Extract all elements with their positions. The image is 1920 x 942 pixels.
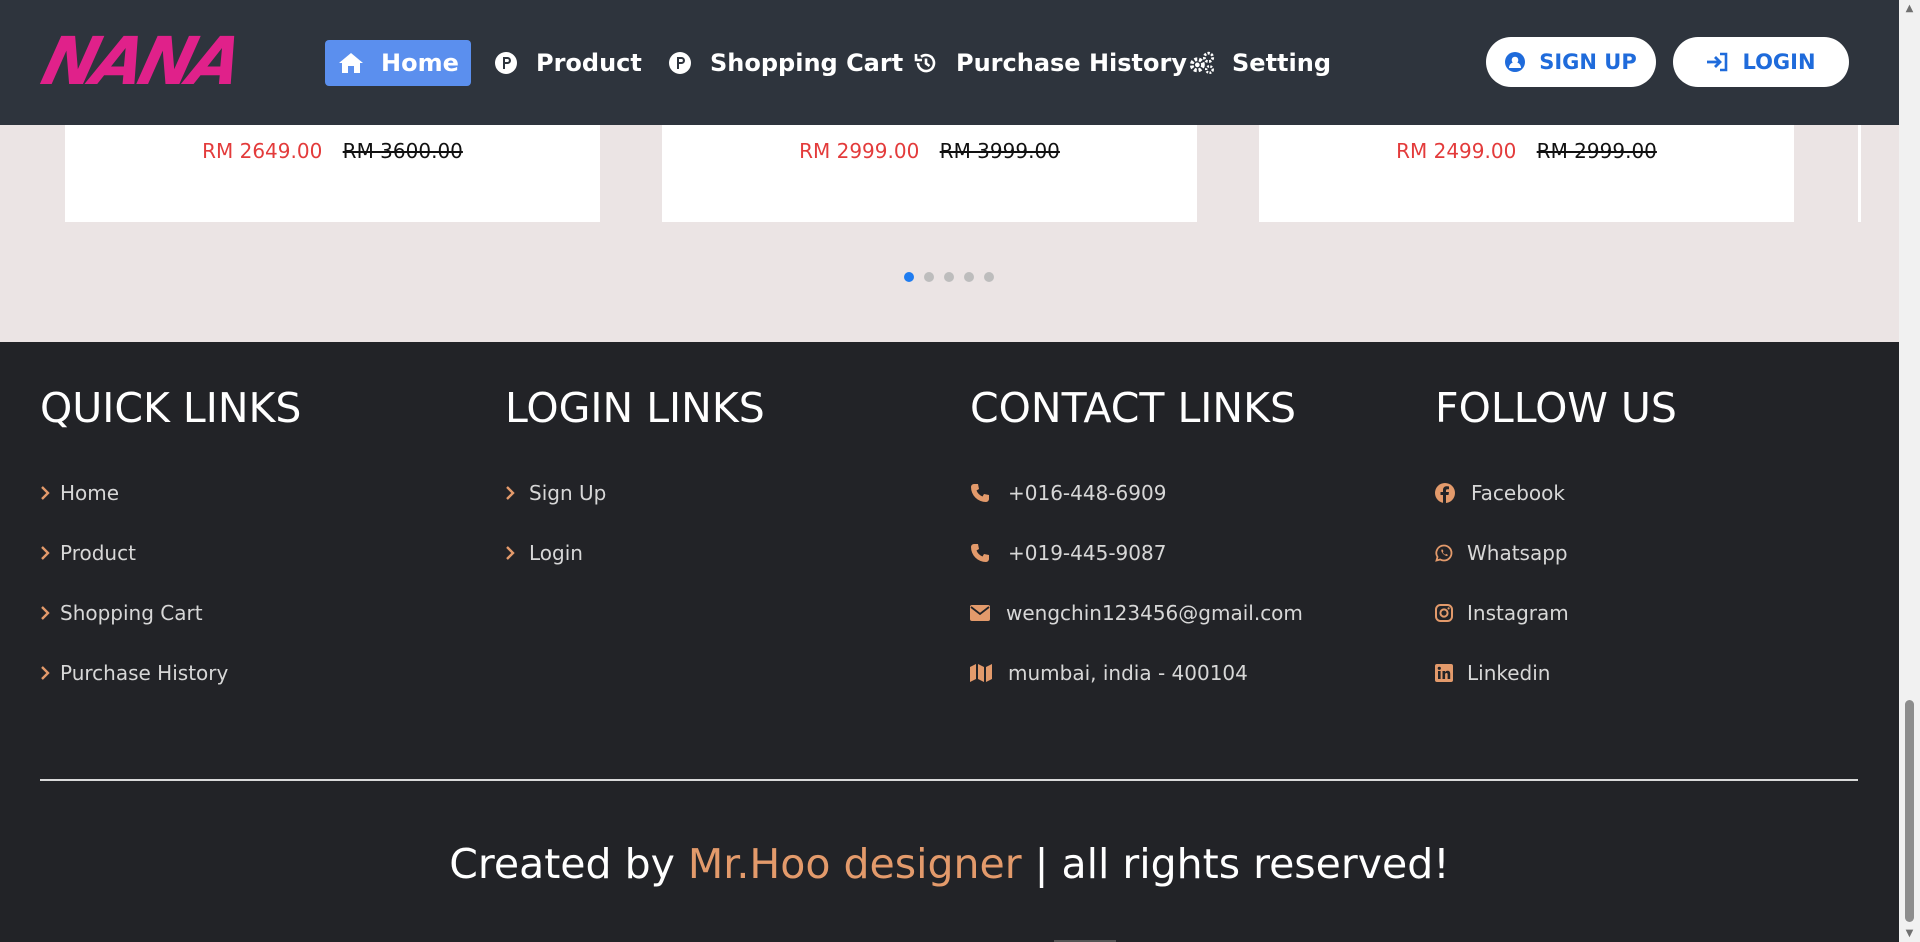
- chevron-right-icon: [40, 665, 50, 681]
- footer-link-home[interactable]: Home: [40, 481, 119, 505]
- contact-links-heading: CONTACT LINKS: [970, 384, 1296, 432]
- page-scrollbar[interactable]: ▲ ▼: [1899, 0, 1920, 942]
- footer-link-product[interactable]: Product: [40, 541, 136, 565]
- carousel-dot[interactable]: [984, 272, 994, 282]
- product-old-price: RM 3600.00: [342, 139, 463, 163]
- footer-link-purchase-history[interactable]: Purchase History: [40, 661, 228, 685]
- carousel-dot[interactable]: [964, 272, 974, 282]
- credit-author: Mr.Hoo designer: [687, 840, 1022, 888]
- product-price: RM 2499.00: [1396, 139, 1517, 163]
- footer-social-facebook[interactable]: Facebook: [1435, 481, 1565, 505]
- nav-item-product[interactable]: Product: [492, 40, 642, 86]
- product-old-price: RM 2999.00: [1536, 139, 1657, 163]
- product-card[interactable]: RM 2649.00 RM 3600.00: [65, 125, 600, 222]
- footer-contact-address[interactable]: mumbai, india - 400104: [970, 661, 1248, 685]
- footer-contact-phone-2[interactable]: +019-445-9087: [970, 541, 1166, 565]
- footer-quick-links: QUICK LINKS: [40, 382, 301, 434]
- nav-item-shopping-cart[interactable]: Shopping Cart: [666, 40, 903, 86]
- footer-login-links: LOGIN LINKS: [505, 382, 765, 434]
- chevron-right-icon: [40, 605, 50, 621]
- scroll-down-arrow-icon[interactable]: ▼: [1899, 925, 1920, 942]
- footer-contact-email[interactable]: wengchin123456@gmail.com: [970, 601, 1303, 625]
- chevron-right-icon: [505, 545, 515, 561]
- footer-social-instagram[interactable]: Instagram: [1435, 601, 1569, 625]
- chevron-right-icon: [40, 485, 50, 501]
- chevron-right-icon: [505, 485, 515, 501]
- sign-up-button[interactable]: SIGN UP: [1486, 37, 1656, 87]
- nav-item-home[interactable]: Home: [325, 40, 471, 86]
- footer-follow-us: FOLLOW US: [1435, 382, 1677, 434]
- nav-item-setting[interactable]: Setting: [1188, 40, 1331, 86]
- login-button[interactable]: LOGIN: [1673, 37, 1849, 87]
- home-icon: [337, 49, 365, 77]
- quick-links-heading: QUICK LINKS: [40, 384, 302, 432]
- footer-link-sign-up[interactable]: Sign Up: [505, 481, 606, 505]
- p-circle-icon: [666, 49, 694, 77]
- user-circle-icon: [1505, 52, 1526, 72]
- phone-icon: [970, 483, 990, 503]
- login-links-heading: LOGIN LINKS: [505, 384, 765, 432]
- footer-social-linkedin[interactable]: Linkedin: [1435, 661, 1550, 685]
- footer-divider: [40, 779, 1858, 781]
- carousel-dot[interactable]: [924, 272, 934, 282]
- product-old-price: RM 3999.00: [939, 139, 1060, 163]
- product-card-partial: [1858, 125, 1861, 222]
- product-carousel: RM 2649.00 RM 3600.00 RM 2999.00 RM 3999…: [0, 125, 1899, 342]
- facebook-icon: [1435, 483, 1455, 503]
- linkedin-icon: [1435, 664, 1453, 682]
- history-icon: [912, 49, 940, 77]
- product-price: RM 2999.00: [799, 139, 920, 163]
- footer-link-login[interactable]: Login: [505, 541, 583, 565]
- navbar: NANA Home Product Shopping Cart Purchase…: [0, 0, 1899, 125]
- chevron-right-icon: [40, 545, 50, 561]
- product-price: RM 2649.00: [202, 139, 323, 163]
- carousel-pagination: [904, 272, 994, 282]
- product-card[interactable]: RM 2999.00 RM 3999.00: [662, 125, 1197, 222]
- map-icon: [970, 664, 992, 682]
- footer-social-whatsapp[interactable]: Whatsapp: [1435, 541, 1568, 565]
- carousel-dot[interactable]: [944, 272, 954, 282]
- footer-contact-phone-1[interactable]: +016-448-6909: [970, 481, 1166, 505]
- instagram-icon: [1435, 604, 1453, 622]
- footer: QUICK LINKS Home Product Shopping Cart P…: [0, 342, 1899, 942]
- brand-logo[interactable]: NANA: [35, 22, 247, 102]
- scrollbar-thumb[interactable]: [1905, 700, 1914, 922]
- whatsapp-icon: [1435, 544, 1453, 562]
- scroll-up-arrow-icon[interactable]: ▲: [1899, 0, 1920, 17]
- carousel-dot[interactable]: [904, 272, 914, 282]
- footer-contact-links: CONTACT LINKS: [970, 382, 1296, 434]
- product-card[interactable]: RM 2499.00 RM 2999.00: [1259, 125, 1794, 222]
- nav-item-purchase-history[interactable]: Purchase History: [912, 40, 1187, 86]
- sign-in-icon: [1706, 52, 1728, 72]
- footer-credit: Created by Mr.Hoo designer | all rights …: [449, 840, 1450, 888]
- follow-us-heading: FOLLOW US: [1435, 384, 1677, 432]
- phone-icon: [970, 543, 990, 563]
- gears-icon: [1188, 49, 1216, 77]
- p-circle-icon: [492, 49, 520, 77]
- envelope-icon: [970, 605, 990, 621]
- footer-link-shopping-cart[interactable]: Shopping Cart: [40, 601, 203, 625]
